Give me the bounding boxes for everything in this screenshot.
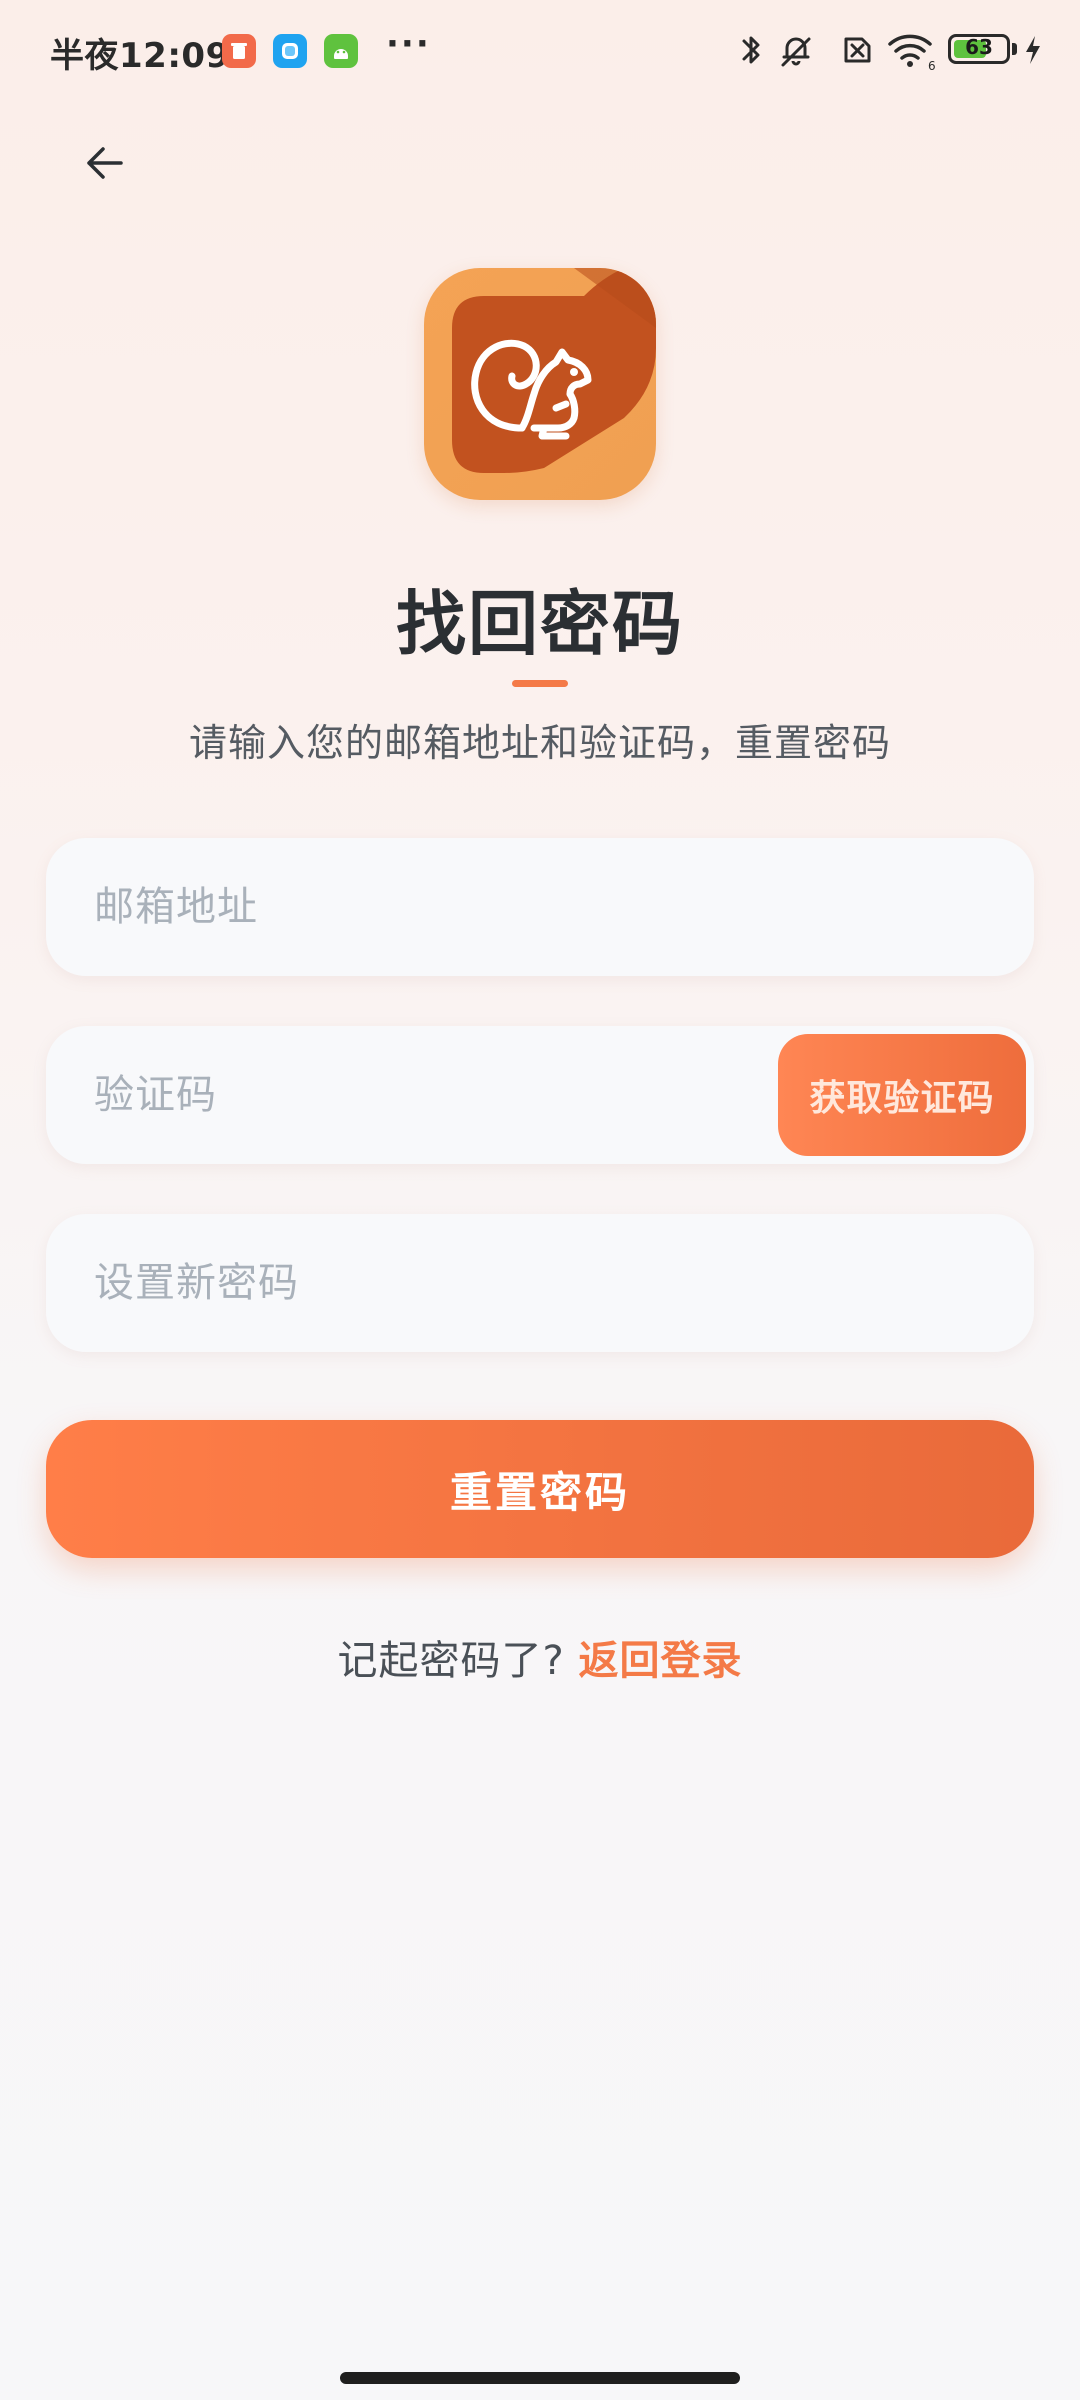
no-sim-icon (836, 30, 876, 74)
page-subtitle: 请输入您的邮箱地址和验证码，重置密码 (188, 721, 891, 765)
squirrel-logo-icon (424, 268, 656, 500)
home-indicator[interactable] (340, 2372, 740, 2384)
new-password-field[interactable] (94, 1214, 974, 1352)
new-password-card (46, 1214, 1034, 1352)
svg-text:6: 6 (928, 59, 936, 72)
charging-bolt-icon (1022, 34, 1044, 70)
arrow-left-icon (87, 147, 123, 179)
wifi-icon: 6 (886, 30, 938, 76)
bluetooth-icon (738, 30, 766, 74)
back-button[interactable] (70, 128, 140, 198)
android-app-icon (324, 34, 358, 68)
status-bar: 半夜12:09 ··· 6 63 (0, 0, 1080, 100)
code-field-card: 获取验证码 (46, 1026, 1034, 1164)
email-field[interactable] (94, 838, 974, 976)
page-title: 找回密码 (396, 583, 684, 665)
chat-app-icon (273, 34, 307, 68)
back-to-login-link[interactable]: 返回登录 (578, 1638, 742, 1684)
battery-icon: 63 (948, 34, 1010, 64)
email-field-card (46, 838, 1034, 976)
trash-app-icon (222, 34, 256, 68)
battery-level: 63 (965, 35, 993, 59)
reset-password-button[interactable]: 重置密码 (46, 1420, 1034, 1558)
bell-muted-icon (776, 30, 816, 74)
more-notifications-icon: ··· (386, 24, 431, 64)
verification-code-field[interactable] (94, 1026, 734, 1164)
app-logo (424, 268, 656, 500)
status-time: 半夜12:09 (50, 36, 230, 76)
get-code-button[interactable]: 获取验证码 (778, 1034, 1026, 1156)
remember-password-prompt: 记起密码了? (337, 1638, 579, 1684)
back-to-login-line: 记起密码了? 返回登录 (0, 1628, 1080, 1686)
title-underline (512, 680, 568, 687)
battery-cap (1012, 43, 1017, 55)
